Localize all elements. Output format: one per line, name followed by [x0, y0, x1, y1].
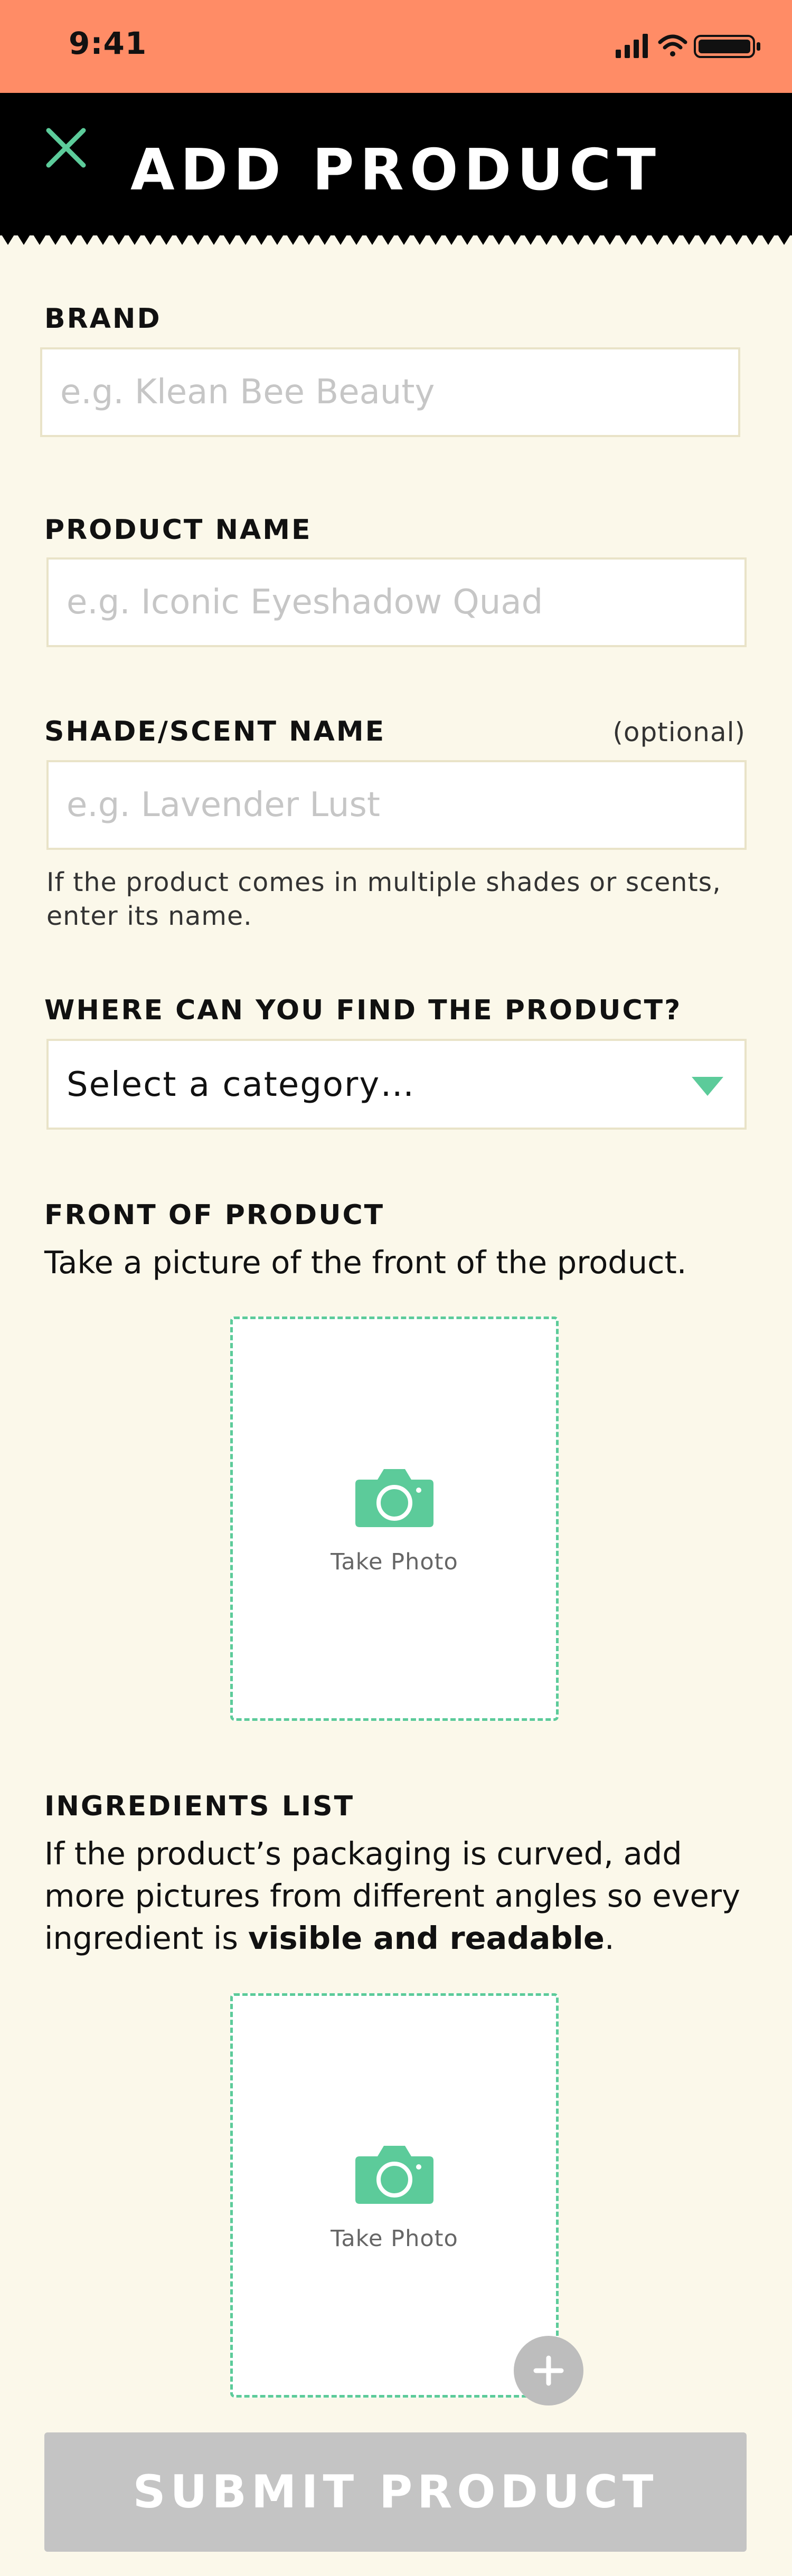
- page-title: ADD PRODUCT: [130, 137, 662, 203]
- camera-icon: [355, 1469, 433, 1527]
- location-label: WHERE CAN YOU FIND THE PRODUCT?: [44, 995, 682, 1026]
- ingredients-description: If the product’s packaging is curved, ad…: [44, 1833, 752, 1959]
- camera-icon: [355, 2146, 433, 2204]
- category-select-value: Select a category…: [67, 1065, 416, 1104]
- shade-name-input[interactable]: [46, 760, 747, 850]
- take-photo-label: Take Photo: [331, 2225, 458, 2252]
- front-of-product-label: FRONT OF PRODUCT: [44, 1199, 385, 1231]
- battery-icon: [694, 35, 760, 58]
- ingredients-list-label: INGREDIENTS LIST: [44, 1791, 355, 1822]
- wifi-icon: [658, 34, 687, 56]
- status-bar: 9:41: [0, 0, 792, 93]
- front-photo-upload[interactable]: Take Photo: [230, 1317, 559, 1721]
- brand-input[interactable]: [40, 347, 740, 437]
- product-name-label: PRODUCT NAME: [44, 514, 312, 546]
- front-of-product-description: Take a picture of the front of the produ…: [44, 1244, 687, 1281]
- brand-label: BRAND: [44, 303, 162, 335]
- submit-product-button[interactable]: SUBMIT PRODUCT: [44, 2432, 747, 2552]
- shade-helper-text: If the product comes in multiple shades …: [46, 867, 721, 931]
- header-zigzag-edge: [0, 232, 792, 245]
- ingredients-photo-upload[interactable]: Take Photo: [230, 1993, 559, 2398]
- ingredients-description-end: .: [604, 1920, 615, 1956]
- ingredients-description-emphasis: visible and readable: [248, 1920, 605, 1956]
- add-photo-button[interactable]: [514, 2336, 583, 2405]
- shade-name-label: SHADE/SCENT NAME: [44, 716, 386, 747]
- plus-icon: [533, 2355, 564, 2386]
- optional-label: (optional): [612, 717, 746, 747]
- chevron-down-icon: [692, 1077, 723, 1096]
- category-select[interactable]: Select a category…: [46, 1039, 747, 1130]
- status-time: 9:41: [69, 25, 147, 61]
- signal-icon: [616, 34, 648, 58]
- product-name-input[interactable]: [46, 557, 747, 647]
- take-photo-label: Take Photo: [331, 1549, 458, 1575]
- status-icons: [616, 33, 765, 59]
